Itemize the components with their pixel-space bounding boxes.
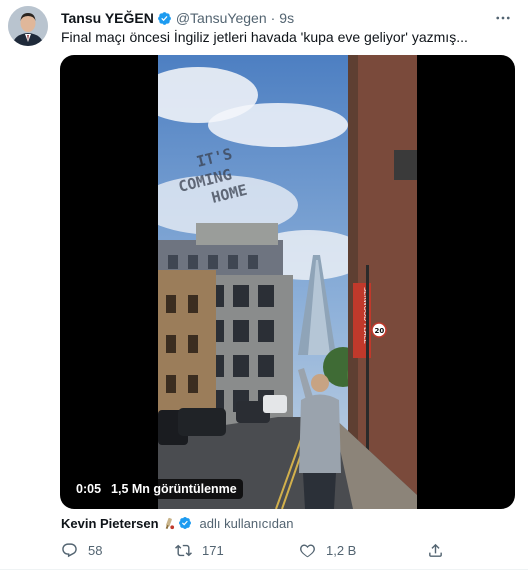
share-button[interactable] (427, 540, 444, 560)
share-icon (427, 542, 444, 559)
speed-sign: 20 (375, 327, 385, 335)
tweet[interactable]: Tansu YEĞEN @TansuYegen · 9s Final maçı … (0, 0, 528, 570)
video-views: 1,5 Mn görüntülenme (111, 482, 237, 496)
avatar[interactable] (8, 6, 48, 46)
video-overlay: 0:05 1,5 Mn görüntülenme (70, 479, 243, 499)
video-duration: 0:05 (76, 482, 102, 496)
author-handle[interactable]: @TansuYegen (176, 10, 267, 26)
video-player[interactable]: IT'S COMING HOME 20 0:05 1,5 Mn görüntül… (60, 55, 515, 509)
video-attribution: Kevin Pietersen adlı kullanıcıdan (61, 514, 294, 532)
attribution-suffix: adlı kullanıcıdan (199, 515, 294, 531)
tweet-time[interactable]: 9s (279, 10, 294, 26)
attribution-name[interactable]: Kevin Pietersen (61, 516, 159, 531)
video-frame: IT'S COMING HOME 20 (158, 55, 417, 509)
tweet-actions: 58 171 1,2 B (61, 540, 446, 560)
reply-icon (61, 542, 78, 559)
separator-dot: · (270, 10, 276, 26)
like-button[interactable]: 1,2 B (299, 540, 356, 560)
retweet-button[interactable]: 171 (175, 540, 224, 560)
attribution-verified-icon (178, 516, 193, 531)
like-count: 1,2 B (326, 542, 357, 558)
more-icon[interactable] (492, 7, 514, 29)
retweet-count: 171 (202, 542, 224, 558)
tweet-header: Tansu YEĞEN @TansuYegen · 9s (61, 9, 514, 27)
reply-count: 58 (88, 542, 103, 558)
tweet-text: Final maçı öncesi İngiliz jetleri havada… (61, 29, 468, 45)
retweet-icon (175, 542, 192, 559)
reply-button[interactable]: 58 (61, 540, 102, 560)
verified-icon (157, 11, 172, 26)
author-name[interactable]: Tansu YEĞEN (61, 10, 154, 26)
cricket-bat-emoji-icon (162, 517, 175, 530)
like-icon (299, 542, 316, 559)
